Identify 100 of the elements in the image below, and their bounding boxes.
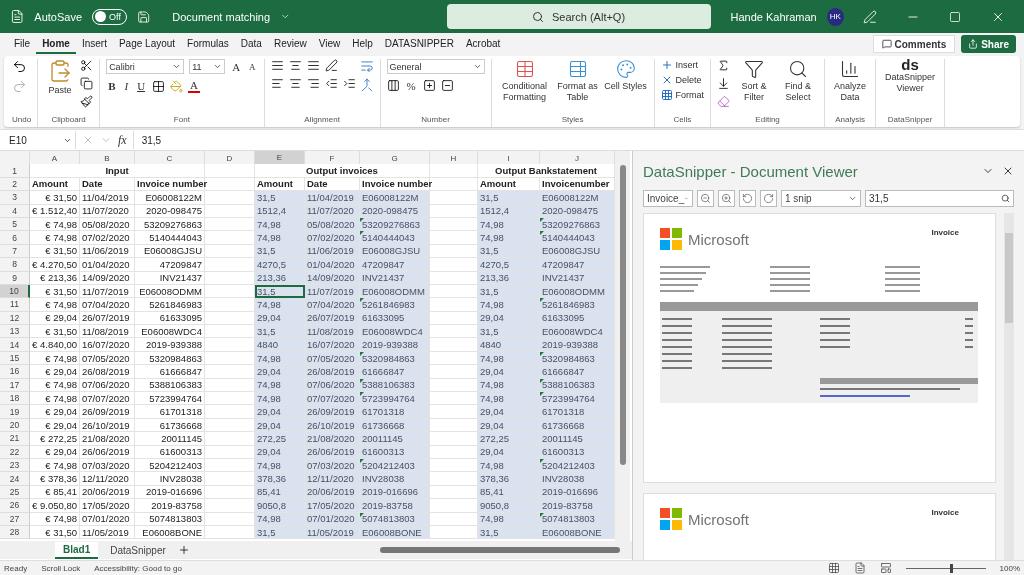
menu-tab[interactable]: DATASNIPPER bbox=[378, 34, 460, 54]
share-button[interactable]: Share bbox=[961, 35, 1016, 53]
add-sheet-icon[interactable] bbox=[177, 544, 190, 556]
document-select[interactable]: Invoice_ bbox=[643, 189, 693, 207]
scrollbar-thumb[interactable] bbox=[380, 547, 620, 553]
error-indicator-icon[interactable] bbox=[360, 217, 364, 222]
menu-tab[interactable]: Home bbox=[36, 34, 76, 54]
error-indicator-icon[interactable] bbox=[540, 351, 544, 356]
row-header[interactable]: 24 bbox=[0, 472, 30, 486]
row-header[interactable]: 6 bbox=[0, 231, 30, 245]
error-indicator-icon[interactable] bbox=[360, 231, 364, 236]
font-size-field[interactable]: 11 bbox=[189, 59, 226, 74]
clear-icon[interactable] bbox=[717, 95, 731, 108]
maximize-icon[interactable] bbox=[949, 10, 962, 23]
analyze-data-button[interactable]: Analyze Data bbox=[831, 59, 870, 103]
menu-tab[interactable]: File bbox=[8, 34, 37, 54]
row-header[interactable]: 3 bbox=[0, 191, 30, 205]
increase-decimal-icon[interactable] bbox=[422, 79, 436, 92]
row-header[interactable]: 18 bbox=[0, 392, 30, 406]
styles-button[interactable]: Format as Table bbox=[555, 59, 600, 103]
comments-button[interactable]: Comments bbox=[872, 35, 956, 53]
menu-tab[interactable]: Formulas bbox=[181, 34, 235, 54]
cells-button[interactable]: Format bbox=[660, 89, 705, 101]
name-box[interactable]: E10 bbox=[6, 131, 76, 149]
scrollbar-thumb[interactable] bbox=[1005, 233, 1013, 323]
menu-tab[interactable]: Acrobat bbox=[459, 34, 507, 54]
fill-color-icon[interactable] bbox=[170, 79, 184, 93]
increase-font-button[interactable]: A bbox=[230, 60, 243, 73]
row-header[interactable]: 11 bbox=[0, 298, 30, 312]
font-color-button[interactable]: A bbox=[188, 79, 201, 93]
editing-button[interactable]: Find & Select bbox=[778, 59, 819, 103]
sheet-tab[interactable]: DataSnipper bbox=[102, 542, 174, 558]
search-field[interactable]: 31,5 bbox=[865, 189, 1014, 207]
row-header[interactable]: 21 bbox=[0, 432, 30, 446]
decrease-decimal-icon[interactable] bbox=[440, 79, 454, 92]
row-header[interactable]: 19 bbox=[0, 405, 30, 419]
error-indicator-icon[interactable] bbox=[540, 378, 544, 383]
fill-icon[interactable] bbox=[717, 77, 731, 90]
document-title[interactable]: Document matching bbox=[172, 10, 271, 23]
orientation-icon[interactable] bbox=[324, 59, 338, 72]
decrease-indent-icon[interactable] bbox=[324, 77, 338, 90]
search-field[interactable]: Search (Alt+Q) bbox=[446, 4, 711, 29]
row-header[interactable]: 16 bbox=[0, 365, 30, 379]
menu-tab[interactable]: Page Layout bbox=[112, 34, 182, 54]
paste-button[interactable]: Paste bbox=[44, 59, 77, 96]
error-indicator-icon[interactable] bbox=[540, 298, 544, 303]
row-header[interactable]: 1 bbox=[0, 164, 30, 178]
menu-tab[interactable]: Insert bbox=[75, 34, 113, 54]
number-format-field[interactable]: General bbox=[386, 59, 485, 74]
styles-button[interactable]: Cell Styles bbox=[603, 59, 648, 92]
align-left-icon[interactable] bbox=[270, 77, 284, 90]
error-indicator-icon[interactable] bbox=[360, 378, 364, 383]
scrollbar-thumb[interactable] bbox=[619, 165, 626, 465]
row-header[interactable]: 14 bbox=[0, 338, 30, 352]
decrease-font-button[interactable]: A bbox=[247, 61, 258, 72]
error-indicator-icon[interactable] bbox=[360, 512, 364, 517]
page-layout-icon[interactable] bbox=[853, 562, 866, 574]
styles-button[interactable]: Conditional Formatting bbox=[497, 59, 552, 103]
insert-function-button[interactable]: fx bbox=[118, 132, 127, 148]
error-indicator-icon[interactable] bbox=[540, 231, 544, 236]
save-icon[interactable] bbox=[136, 9, 151, 24]
zoom-slider-thumb[interactable] bbox=[949, 563, 953, 573]
bold-button[interactable]: B bbox=[106, 80, 118, 92]
menu-tab[interactable]: View bbox=[312, 34, 347, 54]
italic-button[interactable]: I bbox=[122, 80, 131, 92]
font-name-field[interactable]: Calibri bbox=[106, 59, 185, 74]
sheet-tab[interactable]: Blad1 bbox=[55, 541, 99, 559]
error-indicator-icon[interactable] bbox=[540, 512, 544, 517]
center-icon[interactable] bbox=[288, 77, 302, 90]
error-indicator-icon[interactable] bbox=[360, 392, 364, 397]
editing-button[interactable]: Sort & Filter bbox=[734, 59, 775, 103]
cut-icon[interactable] bbox=[80, 59, 94, 72]
align-bottom-icon[interactable] bbox=[306, 59, 320, 72]
page-break-icon[interactable] bbox=[879, 562, 892, 574]
cells-button[interactable]: Insert bbox=[660, 59, 705, 71]
align-middle-icon[interactable] bbox=[288, 59, 302, 72]
error-indicator-icon[interactable] bbox=[540, 392, 544, 397]
error-indicator-icon[interactable] bbox=[360, 459, 364, 463]
error-indicator-icon[interactable] bbox=[360, 351, 364, 356]
error-indicator-icon[interactable] bbox=[540, 217, 544, 222]
user-avatar[interactable]: HK bbox=[826, 7, 844, 26]
pen-icon[interactable] bbox=[863, 9, 878, 24]
cells-button[interactable]: Delete bbox=[660, 74, 705, 86]
borders-icon[interactable] bbox=[152, 79, 166, 93]
currency-icon[interactable] bbox=[386, 79, 400, 92]
increase-indent-icon[interactable] bbox=[342, 77, 356, 90]
row-header[interactable]: 26 bbox=[0, 499, 30, 513]
percent-button[interactable]: % bbox=[404, 79, 418, 92]
undo-icon[interactable] bbox=[12, 59, 27, 74]
formula-field[interactable]: 31,5 bbox=[132, 131, 1018, 149]
excel-logo-icon[interactable] bbox=[10, 9, 25, 24]
underline-button[interactable]: U bbox=[135, 80, 148, 92]
menu-tab[interactable]: Data bbox=[234, 34, 268, 54]
menu-tab[interactable]: Review bbox=[267, 34, 313, 54]
align-right-icon[interactable] bbox=[306, 77, 320, 90]
copy-icon[interactable] bbox=[80, 77, 94, 90]
close-icon[interactable] bbox=[1002, 165, 1014, 177]
menu-tab[interactable]: Help bbox=[346, 34, 379, 54]
row-header[interactable]: 13 bbox=[0, 325, 30, 339]
error-indicator-icon[interactable] bbox=[360, 298, 364, 303]
